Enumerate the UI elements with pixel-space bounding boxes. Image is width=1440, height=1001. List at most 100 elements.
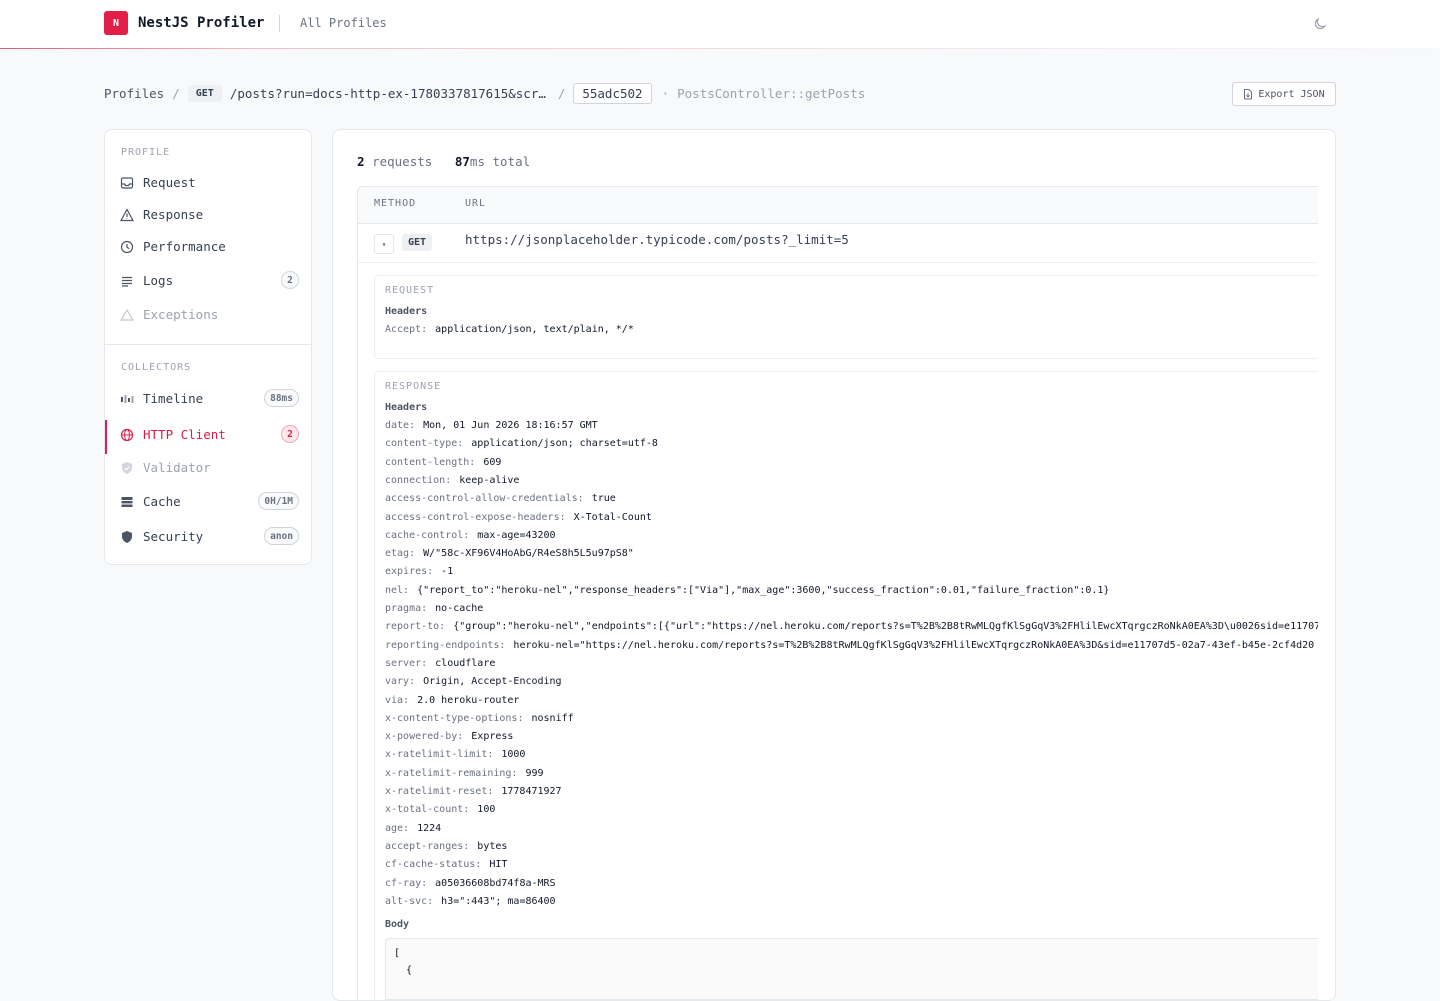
header-key: access-control-allow-credentials: xyxy=(385,493,584,505)
header-row: reporting-endpoints: heroku-nel="https://… xyxy=(385,640,1314,651)
response-body: [ { xyxy=(385,938,1318,1000)
request-count-label: requests xyxy=(372,154,433,169)
header-row: x-ratelimit-remaining: 999 xyxy=(385,768,544,779)
sidebar-item-label: Timeline xyxy=(143,391,204,406)
response-body-label: Body xyxy=(385,919,410,930)
collectors-heading: COLLECTORS xyxy=(121,362,192,373)
shield-icon xyxy=(122,531,132,543)
header-row: vary: Origin, Accept-Encoding xyxy=(385,676,562,687)
header-key: age: xyxy=(385,822,410,834)
header-row: accept-ranges: bytes xyxy=(385,841,507,852)
header-row: report-to: {"group":"heroku-nel","endpoin… xyxy=(385,621,1318,632)
header-value: keep-alive xyxy=(459,474,520,486)
timeline-icon xyxy=(121,395,134,403)
column-header-method: METHOD xyxy=(374,198,417,209)
header-key: date: xyxy=(385,420,416,431)
header-key: vary: xyxy=(385,676,416,688)
header-value: application/json; charset=utf-8 xyxy=(471,438,658,450)
header-row: alt-svc: h3=":443"; ma=86400 xyxy=(385,896,556,907)
sidebar-item-performance[interactable]: Performance xyxy=(105,232,311,262)
sidebar-item-cache[interactable]: Cache 0H/1M xyxy=(105,487,311,517)
alert-triangle-icon xyxy=(120,308,134,321)
all-profiles-link[interactable]: All Profiles xyxy=(300,16,387,30)
header-value: heroku-nel="https://nel.heroku.com/repor… xyxy=(513,639,1315,651)
header-key: x-ratelimit-remaining: xyxy=(385,767,518,779)
header-row: x-total-count: 100 xyxy=(385,804,495,815)
inbox-icon xyxy=(120,177,134,189)
header-row: x-ratelimit-limit: 1000 xyxy=(385,749,525,760)
header-value: no-cache xyxy=(435,603,484,614)
header-key: accept-ranges: xyxy=(385,840,470,852)
header-key: cf-cache-status: xyxy=(385,859,482,871)
header-key: reporting-endpoints: xyxy=(385,639,506,651)
header-row: content-type: application/json; charset=u… xyxy=(385,438,658,449)
header-key: connection: xyxy=(385,474,452,486)
header-value: HIT xyxy=(489,859,508,871)
sidebar-item-label: Logs xyxy=(143,273,174,288)
list-icon xyxy=(122,276,132,287)
sidebar-item-timeline[interactable]: Timeline 88ms xyxy=(105,384,311,414)
header-row: age: 1224 xyxy=(385,823,441,834)
header-value: a05036608bd74f8a-MRS xyxy=(435,877,556,889)
profile-token[interactable]: 55adc502 xyxy=(573,82,652,104)
sidebar-item-label: Cache xyxy=(143,494,181,509)
chevron-down-icon[interactable]: ▾ xyxy=(374,234,394,254)
header-key: Accept: xyxy=(385,324,428,335)
app-logo[interactable]: N xyxy=(104,11,128,35)
breadcrumb-dot: · xyxy=(661,85,670,101)
globe-icon xyxy=(120,428,134,442)
header-row: x-ratelimit-reset: 1778471927 xyxy=(385,786,562,797)
header-row: access-control-allow-credentials: true xyxy=(385,493,616,504)
header-value: application/json, text/plain, */* xyxy=(435,324,634,335)
sidebar-divider xyxy=(105,344,311,345)
header-value: h3=":443"; ma=86400 xyxy=(441,895,556,907)
shield-check-icon xyxy=(122,462,132,474)
header-row: x-content-type-options: nosniff xyxy=(385,713,574,724)
header-key: via: xyxy=(385,694,410,706)
export-json-button[interactable]: Export JSON xyxy=(1232,82,1336,106)
breadcrumb-profiles-link[interactable]: Profiles xyxy=(104,86,164,101)
header-key: etag: xyxy=(385,548,416,560)
logs-count-badge: 2 xyxy=(281,271,299,289)
header-key: x-ratelimit-limit: xyxy=(385,749,494,761)
header-key: content-length: xyxy=(385,456,476,468)
header-key: x-powered-by: xyxy=(385,731,464,743)
header-key: cache-control: xyxy=(385,529,470,541)
header-value: max-age=43200 xyxy=(477,529,556,541)
sidebar-item-request[interactable]: Request xyxy=(105,168,311,198)
cache-hits-badge: 0H/1M xyxy=(258,492,299,510)
sidebar-item-response[interactable]: Response xyxy=(105,200,311,230)
header-value: true xyxy=(591,493,616,505)
sidebar-item-logs[interactable]: Logs 2 xyxy=(105,266,311,296)
header-key: server: xyxy=(385,657,428,669)
main-panel: 2 requests 87ms total METHOD URL ▾ GET h… xyxy=(332,129,1336,1001)
body-line: { xyxy=(394,965,413,976)
header-value: 100 xyxy=(477,804,496,816)
response-headers-label: Headers xyxy=(385,402,428,413)
method-badge: GET xyxy=(402,234,433,251)
total-duration: 87 xyxy=(454,154,470,169)
request-count: 2 xyxy=(357,154,365,169)
sidebar-item-security[interactable]: Security anon xyxy=(105,522,311,552)
header-row: server: cloudflare xyxy=(385,658,495,669)
app-title[interactable]: NestJS Profiler xyxy=(138,15,264,31)
sidebar-item-validator[interactable]: Validator xyxy=(105,453,311,483)
sidebar-item-label: Response xyxy=(143,207,204,222)
method-badge: GET xyxy=(187,84,222,102)
header-key: x-total-count: xyxy=(385,804,470,816)
header-row: access-control-expose-headers: X-Total-Co… xyxy=(385,512,652,523)
header-row: content-length: 609 xyxy=(385,457,501,468)
header-value: 1000 xyxy=(501,749,526,761)
sidebar-item-label: HTTP Client xyxy=(143,427,226,442)
table-row[interactable]: ▾ GET https://jsonplaceholder.typicode.c… xyxy=(358,224,1318,263)
sidebar-item-exceptions[interactable]: Exceptions xyxy=(105,300,311,330)
breadcrumb-url: /posts?run=docs-http-ex-1780337817615&sc… xyxy=(229,85,550,101)
sidebar-item-label: Validator xyxy=(143,460,211,475)
header-value: Express xyxy=(471,731,514,743)
sidebar-item-http-client[interactable]: HTTP Client 2 xyxy=(105,420,311,454)
file-export-icon xyxy=(1244,88,1253,99)
header-value: {"report_to":"heroku-nel","response_head… xyxy=(417,584,1110,596)
moon-icon[interactable] xyxy=(1312,16,1328,32)
header-row: via: 2.0 heroku-router xyxy=(385,695,519,706)
header-value: bytes xyxy=(477,840,508,852)
